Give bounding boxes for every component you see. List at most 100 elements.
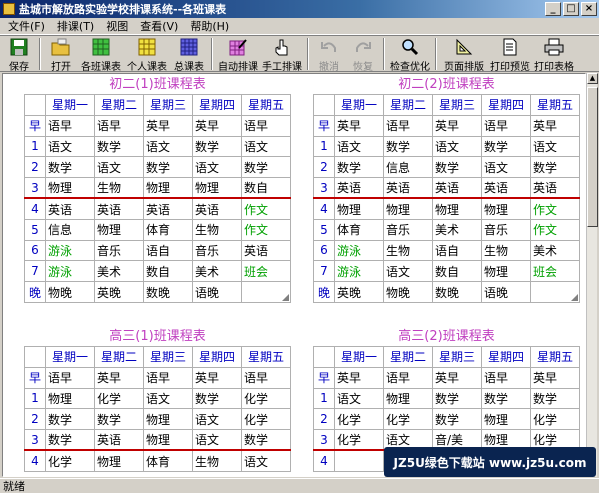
vertical-scrollbar[interactable]: ▲ bbox=[586, 73, 598, 477]
schedule-cell[interactable]: 数学 bbox=[481, 387, 531, 410]
schedule-cell[interactable]: 化学 bbox=[94, 387, 144, 410]
schedule-cell[interactable]: 音乐 bbox=[383, 218, 433, 241]
schedule-cell[interactable]: 英语 bbox=[192, 197, 242, 220]
schedule-cell[interactable]: 数学 bbox=[432, 156, 482, 179]
schedule-cell[interactable]: 化学 bbox=[241, 408, 291, 431]
schedule-cell[interactable]: 数学 bbox=[383, 135, 433, 158]
personal-schedule-button[interactable]: 个人课表 bbox=[124, 36, 170, 73]
schedule-cell[interactable]: 信息 bbox=[45, 218, 95, 241]
schedule-cell[interactable]: 数晚 bbox=[143, 281, 193, 303]
schedule-cell[interactable]: 物理 bbox=[481, 260, 531, 283]
schedule-cell[interactable]: 语文 bbox=[241, 449, 291, 472]
menu-help[interactable]: 帮助(H) bbox=[184, 18, 235, 34]
schedule-cell[interactable]: 语文 bbox=[94, 156, 144, 179]
schedule-cell[interactable]: 语自 bbox=[432, 239, 482, 262]
menu-file[interactable]: 文件(F) bbox=[2, 18, 51, 34]
schedule-cell[interactable]: 语文 bbox=[241, 135, 291, 158]
schedule-cell[interactable] bbox=[334, 449, 384, 472]
schedule-cell[interactable]: 音乐 bbox=[481, 218, 531, 241]
schedule-cell[interactable]: 语文 bbox=[334, 135, 384, 158]
schedule-cell[interactable]: 英早 bbox=[334, 366, 384, 389]
schedule-cell[interactable]: 物理 bbox=[383, 387, 433, 410]
schedule-cell[interactable]: 英早 bbox=[192, 114, 242, 137]
schedule-cell[interactable]: 数学 bbox=[481, 135, 531, 158]
schedule-cell[interactable]: 化学 bbox=[45, 449, 95, 472]
close-button[interactable]: × bbox=[581, 2, 597, 16]
schedule-cell[interactable]: 生物 bbox=[192, 218, 242, 241]
schedule-cell[interactable]: 数学 bbox=[192, 135, 242, 158]
schedule-cell[interactable]: 物理 bbox=[143, 408, 193, 431]
schedule-cell[interactable]: 美术 bbox=[94, 260, 144, 283]
schedule-cell[interactable]: 语文 bbox=[192, 429, 242, 452]
schedule-cell[interactable]: 化学 bbox=[383, 408, 433, 431]
schedule-cell[interactable]: 数学 bbox=[432, 408, 482, 431]
schedule-cell[interactable]: 生物 bbox=[383, 239, 433, 262]
resize-grip-icon[interactable] bbox=[282, 293, 289, 301]
schedule-cell[interactable]: 物理 bbox=[94, 218, 144, 241]
schedule-cell[interactable]: 作文 bbox=[530, 197, 580, 220]
redo-button[interactable]: 恢复 bbox=[346, 36, 380, 73]
schedule-cell[interactable]: 英语 bbox=[241, 239, 291, 262]
schedule-cell[interactable]: 英早 bbox=[432, 366, 482, 389]
schedule-cell[interactable]: 英语 bbox=[143, 197, 193, 220]
manual-schedule-button[interactable]: 手工排课 bbox=[260, 36, 304, 73]
schedule-cell[interactable]: 英早 bbox=[432, 114, 482, 137]
minimize-button[interactable]: _ bbox=[545, 2, 561, 16]
schedule-cell[interactable]: 音乐 bbox=[94, 239, 144, 262]
schedule-cell[interactable]: 生物 bbox=[481, 239, 531, 262]
schedule-cell[interactable]: 物理 bbox=[45, 177, 95, 200]
schedule-cell[interactable]: 物理 bbox=[94, 449, 144, 472]
schedule-cell[interactable]: 语早 bbox=[383, 114, 433, 137]
schedule-cell[interactable]: 英语 bbox=[481, 177, 531, 200]
schedule-cell[interactable]: 数学 bbox=[241, 156, 291, 179]
schedule-cell[interactable]: 语早 bbox=[143, 366, 193, 389]
schedule-cell[interactable]: 数晚 bbox=[432, 281, 482, 303]
schedule-cell[interactable]: 数学 bbox=[143, 156, 193, 179]
schedule-cell[interactable]: 数学 bbox=[45, 408, 95, 431]
schedule-cell[interactable]: 语自 bbox=[143, 239, 193, 262]
schedule-cell[interactable]: 数学 bbox=[45, 429, 95, 452]
schedule-cell[interactable]: 数学 bbox=[192, 387, 242, 410]
schedule-cell[interactable]: 数自 bbox=[432, 260, 482, 283]
save-button[interactable]: 保存 bbox=[2, 36, 36, 73]
scroll-up-arrow-icon[interactable]: ▲ bbox=[587, 73, 598, 84]
schedule-cell[interactable]: 英晚 bbox=[94, 281, 144, 303]
schedule-cell[interactable]: 英语 bbox=[45, 197, 95, 220]
schedule-cell[interactable]: 体育 bbox=[143, 218, 193, 241]
schedule-cell[interactable]: 语文 bbox=[481, 156, 531, 179]
schedule-cell[interactable]: 数学 bbox=[334, 156, 384, 179]
schedule-cell[interactable]: 班会 bbox=[241, 260, 291, 283]
schedule-cell[interactable]: 生物 bbox=[94, 177, 144, 200]
schedule-cell[interactable]: 语早 bbox=[45, 114, 95, 137]
schedule-cell[interactable]: 游泳 bbox=[45, 260, 95, 283]
schedule-cell[interactable]: 语文 bbox=[334, 387, 384, 410]
schedule-cell[interactable]: 语文 bbox=[143, 135, 193, 158]
schedule-cell[interactable]: 物理 bbox=[432, 197, 482, 220]
schedule-cell[interactable]: 游泳 bbox=[334, 239, 384, 262]
schedule-cell[interactable]: 英早 bbox=[334, 114, 384, 137]
schedule-cell[interactable]: 语早 bbox=[241, 366, 291, 389]
schedule-cell[interactable]: 数自 bbox=[241, 177, 291, 200]
schedule-cell[interactable]: 体育 bbox=[143, 449, 193, 472]
schedule-cell[interactable]: 体育 bbox=[334, 218, 384, 241]
menu-schedule[interactable]: 排课(T) bbox=[51, 18, 100, 34]
schedule-cell[interactable]: 作文 bbox=[241, 218, 291, 241]
schedule-cell[interactable]: 英语 bbox=[530, 177, 580, 200]
schedule-cell[interactable]: 物理 bbox=[143, 429, 193, 452]
schedule-cell[interactable]: 数学 bbox=[530, 156, 580, 179]
resize-grip-icon[interactable] bbox=[571, 293, 578, 301]
schedule-cell[interactable]: 英语 bbox=[94, 197, 144, 220]
schedule-cell[interactable]: 语文 bbox=[45, 135, 95, 158]
menu-look[interactable]: 查看(V) bbox=[134, 18, 184, 34]
schedule-cell[interactable]: 英语 bbox=[334, 177, 384, 200]
schedule-cell[interactable]: 英早 bbox=[143, 114, 193, 137]
scrollbar-thumb[interactable] bbox=[587, 87, 598, 227]
schedule-cell[interactable]: 物理 bbox=[143, 177, 193, 200]
schedule-cell[interactable]: 语晚 bbox=[192, 281, 242, 303]
schedule-cell[interactable]: 语晚 bbox=[481, 281, 531, 303]
schedule-cell[interactable]: 美术 bbox=[192, 260, 242, 283]
schedule-cell[interactable]: 化学 bbox=[334, 408, 384, 431]
check-optimize-button[interactable]: 检查优化 bbox=[388, 36, 432, 73]
schedule-cell[interactable]: 物晚 bbox=[383, 281, 433, 303]
schedule-cell[interactable]: 美术 bbox=[530, 239, 580, 262]
